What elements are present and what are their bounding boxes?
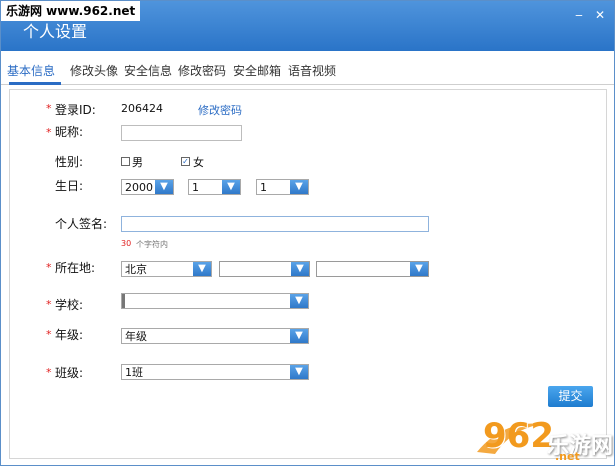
female-checkbox[interactable]: ✓ (181, 157, 190, 166)
required-mark: * (46, 102, 52, 115)
birth-month-select[interactable]: 1 ▼ (188, 179, 241, 195)
required-mark: * (46, 298, 52, 311)
settings-window: 个人设置 ‒ ✕ 乐游网 www.962.net 基本信息 修改头像 安全信息 … (0, 0, 615, 466)
tab-voice-video[interactable]: 语音视频 (288, 62, 336, 79)
watermark-suffix: .net (555, 450, 580, 463)
district-select[interactable]: ▼ (316, 261, 429, 277)
birth-year-select[interactable]: 2000 ▼ (121, 179, 174, 195)
birthday-label: 生日: (55, 179, 84, 193)
school-select-edge (122, 294, 125, 308)
signature-char-limit: 30 (121, 239, 132, 248)
active-tab-indicator (9, 82, 61, 85)
required-mark: * (46, 126, 52, 139)
birth-year-value: 2000 (125, 181, 153, 194)
minimize-icon[interactable]: ‒ (570, 7, 588, 23)
form-panel: * 登录ID: 206424 修改密码 * 昵称: 性别: 男 ✓ 女 生日: … (9, 89, 607, 459)
grade-value: 年级 (125, 330, 147, 343)
signature-input[interactable] (121, 216, 429, 232)
change-password-link[interactable]: 修改密码 (198, 102, 242, 118)
nickname-input[interactable] (121, 125, 242, 141)
class-select[interactable]: 1班 ▼ (121, 364, 309, 380)
required-mark: * (46, 328, 52, 341)
required-mark: * (46, 261, 52, 274)
chevron-down-icon: ▼ (193, 262, 211, 276)
chevron-down-icon: ▼ (291, 262, 309, 276)
tab-basic-info[interactable]: 基本信息 (7, 62, 55, 79)
city-select[interactable]: ▼ (219, 261, 310, 277)
province-select[interactable]: 北京 ▼ (121, 261, 212, 277)
login-id-label: 登录ID: (55, 103, 96, 117)
close-icon[interactable]: ✕ (591, 7, 609, 23)
gender-label: 性别: (55, 155, 84, 169)
chevron-down-icon: ▼ (155, 180, 173, 194)
province-value: 北京 (125, 263, 147, 276)
required-mark: * (46, 366, 52, 379)
school-select[interactable]: ▼ (121, 293, 309, 309)
submit-button[interactable]: 提交 (548, 386, 593, 407)
birth-month-value: 1 (192, 181, 199, 194)
signature-hint-text: 个字符内 (136, 240, 168, 249)
location-label: 所在地: (55, 261, 96, 275)
chevron-down-icon: ▼ (290, 329, 308, 343)
tab-change-password[interactable]: 修改密码 (178, 62, 226, 79)
male-checkbox[interactable] (121, 157, 130, 166)
school-label: 学校: (55, 298, 84, 312)
tab-bar: 基本信息 修改头像 安全信息 修改密码 安全邮箱 语音视频 (1, 57, 614, 85)
class-label: 班级: (55, 366, 84, 380)
grade-select[interactable]: 年级 ▼ (121, 328, 309, 344)
login-id-value: 206424 (121, 102, 163, 115)
tab-security-email[interactable]: 安全邮箱 (233, 62, 281, 79)
female-label: 女 (193, 156, 204, 169)
chevron-down-icon: ▼ (410, 262, 428, 276)
birth-day-value: 1 (260, 181, 267, 194)
site-logo-watermark: 962 乐游网 .net (473, 414, 613, 465)
class-value: 1班 (125, 366, 143, 379)
tab-security-info[interactable]: 安全信息 (124, 62, 172, 79)
watermark-digits: 962 (483, 416, 554, 456)
chevron-down-icon: ▼ (290, 365, 308, 379)
signature-label: 个人签名: (55, 217, 108, 231)
chevron-down-icon: ▼ (290, 294, 308, 308)
male-label: 男 (132, 156, 143, 169)
birth-day-select[interactable]: 1 ▼ (256, 179, 309, 195)
tab-change-avatar[interactable]: 修改头像 (70, 62, 118, 79)
nickname-label: 昵称: (55, 125, 84, 139)
grade-label: 年级: (55, 328, 84, 342)
chevron-down-icon: ▼ (222, 180, 240, 194)
window-title: 个人设置 (23, 22, 88, 41)
site-watermark-label: 乐游网 www.962.net (1, 1, 141, 21)
chevron-down-icon: ▼ (290, 180, 308, 194)
